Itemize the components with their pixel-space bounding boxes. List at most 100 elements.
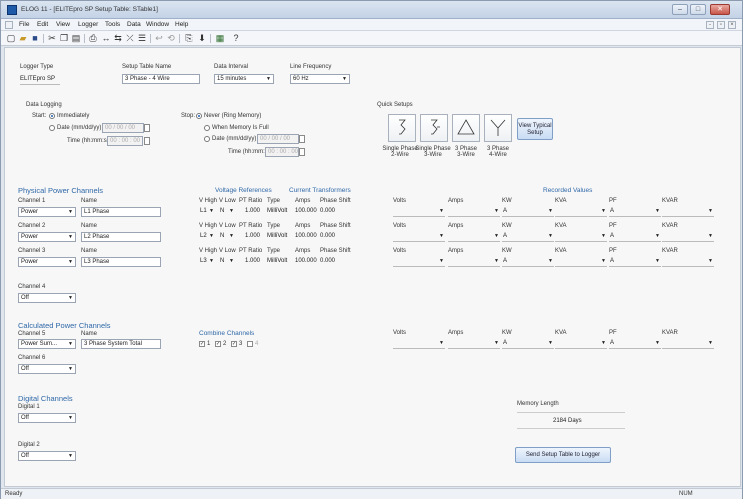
start-date-input[interactable]: 00 / 00 / 00 bbox=[102, 123, 144, 133]
disconnect-icon[interactable]: ⤫ bbox=[125, 33, 135, 43]
channel-1-rv-kw-select[interactable]: A ▼ bbox=[502, 207, 554, 217]
combine-4-checkbox[interactable] bbox=[247, 341, 253, 347]
menu-window[interactable]: Window bbox=[146, 21, 169, 28]
channel-1-vlow-select[interactable]: N ▼ bbox=[218, 207, 236, 217]
channel-3-phase-shift-value[interactable]: 0.000 bbox=[320, 258, 335, 264]
channel-3-rv-kvar-select[interactable]: ▼ bbox=[662, 257, 714, 267]
channel-3-rv-pf-select[interactable]: A ▼ bbox=[609, 257, 661, 267]
channel-2-rv-amps-select[interactable]: ▼ bbox=[448, 232, 500, 242]
three-phase-3wire-button[interactable] bbox=[452, 114, 480, 142]
new-icon[interactable]: ▢ bbox=[6, 33, 16, 43]
transfer-icon[interactable]: ⇆ bbox=[113, 33, 123, 43]
stop-memfull-radio[interactable] bbox=[204, 125, 210, 131]
channel-5-name-input[interactable]: 3 Phase System Total bbox=[81, 339, 161, 349]
channel-1-rv-kva-select[interactable]: ▼ bbox=[555, 207, 607, 217]
list-icon[interactable]: ☰ bbox=[137, 33, 147, 43]
channel-2-ct-type-value[interactable]: MilliVolt bbox=[267, 233, 287, 239]
channel-5-rv-kw-select[interactable]: A ▼ bbox=[502, 339, 554, 349]
start-immediately-radio[interactable] bbox=[49, 113, 55, 119]
paste-icon[interactable]: ▤ bbox=[71, 33, 81, 43]
channel-3-name-input[interactable]: L3 Phase bbox=[81, 257, 161, 267]
channel-5-rv-pf-select[interactable]: A ▼ bbox=[609, 339, 661, 349]
channel-2-rv-kva-select[interactable]: ▼ bbox=[555, 232, 607, 242]
channel-5-rv-kvar-select[interactable]: ▼ bbox=[662, 339, 714, 349]
channel-1-vhigh-select[interactable]: L1 ▼ bbox=[198, 207, 216, 217]
redo-icon[interactable]: ⟲ bbox=[166, 33, 176, 43]
stop-date-input[interactable]: 00 / 00 / 00 bbox=[257, 134, 299, 144]
channel-1-rv-pf-select[interactable]: A ▼ bbox=[609, 207, 661, 217]
channel-2-pt-ratio-value[interactable]: 1.000 bbox=[245, 233, 260, 239]
copy-icon[interactable]: ❐ bbox=[59, 33, 69, 43]
combine-1-checkbox[interactable]: ✓ bbox=[199, 341, 205, 347]
send-setup-table-button[interactable]: Send Setup Table to Logger bbox=[515, 447, 611, 463]
channel-1-pt-ratio-value[interactable]: 1.000 bbox=[245, 208, 260, 214]
channel-1-name-input[interactable]: L1 Phase bbox=[81, 207, 161, 217]
menu-file[interactable]: File bbox=[19, 21, 29, 28]
channel-2-rv-volts-select[interactable]: ▼ bbox=[393, 232, 445, 242]
single-phase-2wire-button[interactable] bbox=[388, 114, 416, 142]
channel-3-rv-kw-select[interactable]: A ▼ bbox=[502, 257, 554, 267]
data-interval-select[interactable]: 15 minutes ▼ bbox=[214, 74, 274, 84]
spin-icon[interactable] bbox=[299, 148, 305, 156]
channel-6-mode-select[interactable]: Off ▼ bbox=[18, 364, 76, 374]
channel-3-rv-volts-select[interactable]: ▼ bbox=[393, 257, 445, 267]
three-phase-4wire-button[interactable] bbox=[484, 114, 512, 142]
channel-4-mode-select[interactable]: Off ▼ bbox=[18, 293, 76, 303]
mdi-restore-icon[interactable]: ▫ bbox=[717, 21, 725, 29]
import-icon[interactable]: ⬇ bbox=[197, 33, 207, 43]
channel-3-rv-kva-select[interactable]: ▼ bbox=[555, 257, 607, 267]
channel-2-ct-amps-value[interactable]: 100.000 bbox=[295, 233, 317, 239]
channel-3-rv-amps-select[interactable]: ▼ bbox=[448, 257, 500, 267]
channel-1-phase-shift-value[interactable]: 0.000 bbox=[320, 208, 335, 214]
single-phase-3wire-button[interactable] bbox=[420, 114, 448, 142]
channel-5-rv-amps-select[interactable]: ▼ bbox=[448, 339, 500, 349]
channel-1-mode-select[interactable]: Power ▼ bbox=[18, 207, 76, 217]
menu-tools[interactable]: Tools bbox=[105, 21, 120, 28]
menu-logger[interactable]: Logger bbox=[78, 21, 98, 28]
channel-2-rv-kw-select[interactable]: A ▼ bbox=[502, 232, 554, 242]
channel-2-rv-pf-select[interactable]: A ▼ bbox=[609, 232, 661, 242]
channel-2-rv-kvar-select[interactable]: ▼ bbox=[662, 232, 714, 242]
chart-icon[interactable]: ▦ bbox=[215, 33, 225, 43]
cut-icon[interactable]: ✂ bbox=[47, 33, 57, 43]
digital-2-mode-select[interactable]: Off ▼ bbox=[18, 451, 76, 461]
spin-icon[interactable] bbox=[144, 137, 150, 145]
channel-2-phase-shift-value[interactable]: 0.000 bbox=[320, 233, 335, 239]
spin-icon[interactable] bbox=[144, 124, 150, 132]
channel-2-name-input[interactable]: L2 Phase bbox=[81, 232, 161, 242]
open-icon[interactable]: ▰ bbox=[18, 33, 28, 43]
setup-table-name-input[interactable]: 3 Phase - 4 Wire bbox=[122, 74, 200, 84]
start-date-radio[interactable] bbox=[49, 125, 55, 131]
channel-5-mode-select[interactable]: Power Sum... ▼ bbox=[18, 339, 76, 349]
document-icon[interactable] bbox=[5, 21, 13, 29]
menu-view[interactable]: View bbox=[56, 21, 70, 28]
digital-1-mode-select[interactable]: Off ▼ bbox=[18, 413, 76, 423]
channel-1-rv-amps-select[interactable]: ▼ bbox=[448, 207, 500, 217]
close-button[interactable]: ✕ bbox=[710, 4, 730, 15]
maximize-button[interactable]: □ bbox=[690, 4, 706, 15]
channel-1-ct-amps-value[interactable]: 100.000 bbox=[295, 208, 317, 214]
line-frequency-select[interactable]: 60 Hz ▼ bbox=[290, 74, 350, 84]
mdi-close-icon[interactable]: × bbox=[728, 21, 736, 29]
channel-1-rv-volts-select[interactable]: ▼ bbox=[393, 207, 445, 217]
channel-1-rv-kvar-select[interactable]: ▼ bbox=[662, 207, 714, 217]
mdi-minimize-icon[interactable]: - bbox=[706, 21, 714, 29]
menu-data[interactable]: Data bbox=[127, 21, 141, 28]
stop-never-radio[interactable] bbox=[196, 113, 202, 119]
spin-icon[interactable] bbox=[299, 135, 305, 143]
channel-2-mode-select[interactable]: Power ▼ bbox=[18, 232, 76, 242]
stop-date-radio[interactable] bbox=[204, 136, 210, 142]
channel-1-ct-type-value[interactable]: MilliVolt bbox=[267, 208, 287, 214]
channel-3-pt-ratio-value[interactable]: 1.000 bbox=[245, 258, 260, 264]
save-icon[interactable]: ■ bbox=[30, 33, 40, 43]
channel-3-ct-amps-value[interactable]: 100.000 bbox=[295, 258, 317, 264]
channel-2-vlow-select[interactable]: N ▼ bbox=[218, 232, 236, 242]
channel-5-rv-kva-select[interactable]: ▼ bbox=[555, 339, 607, 349]
view-typical-setup-button[interactable]: View Typical Setup bbox=[517, 118, 553, 140]
menu-help[interactable]: Help bbox=[175, 21, 188, 28]
channel-5-rv-volts-select[interactable]: ▼ bbox=[393, 339, 445, 349]
export-icon[interactable]: ⎘ bbox=[184, 33, 194, 43]
start-time-input[interactable]: 00 : 00 : 00 bbox=[107, 136, 143, 146]
channel-3-vlow-select[interactable]: N ▼ bbox=[218, 257, 236, 267]
help-icon[interactable]: ? bbox=[231, 33, 241, 43]
